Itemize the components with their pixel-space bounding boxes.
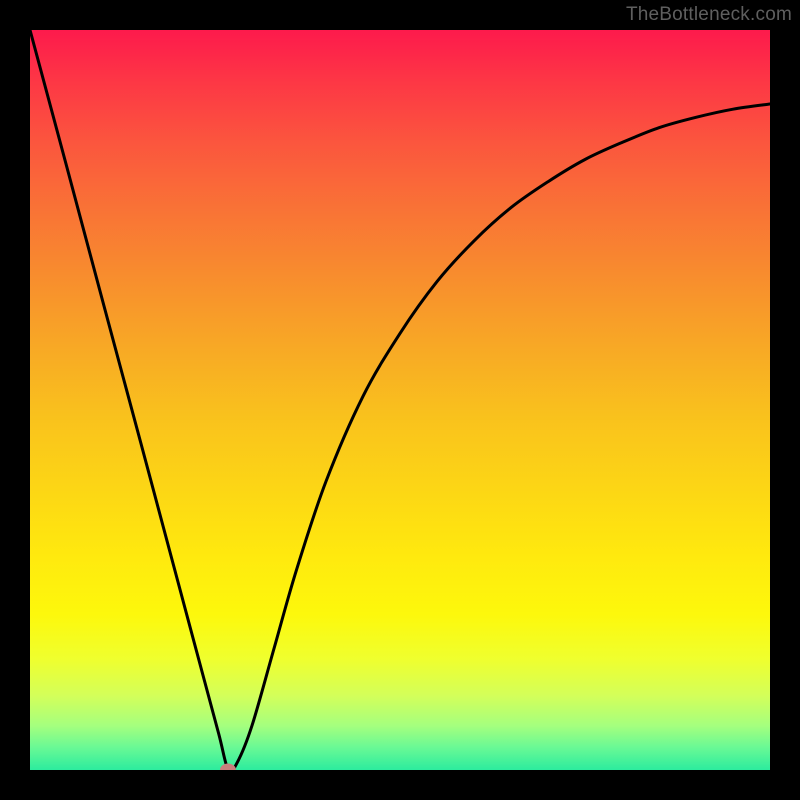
plot-area bbox=[30, 30, 770, 770]
bottleneck-curve bbox=[30, 30, 770, 770]
minimum-marker-dot bbox=[220, 764, 236, 771]
curve-svg bbox=[30, 30, 770, 770]
chart-frame: TheBottleneck.com bbox=[0, 0, 800, 800]
watermark-label: TheBottleneck.com bbox=[626, 4, 792, 26]
